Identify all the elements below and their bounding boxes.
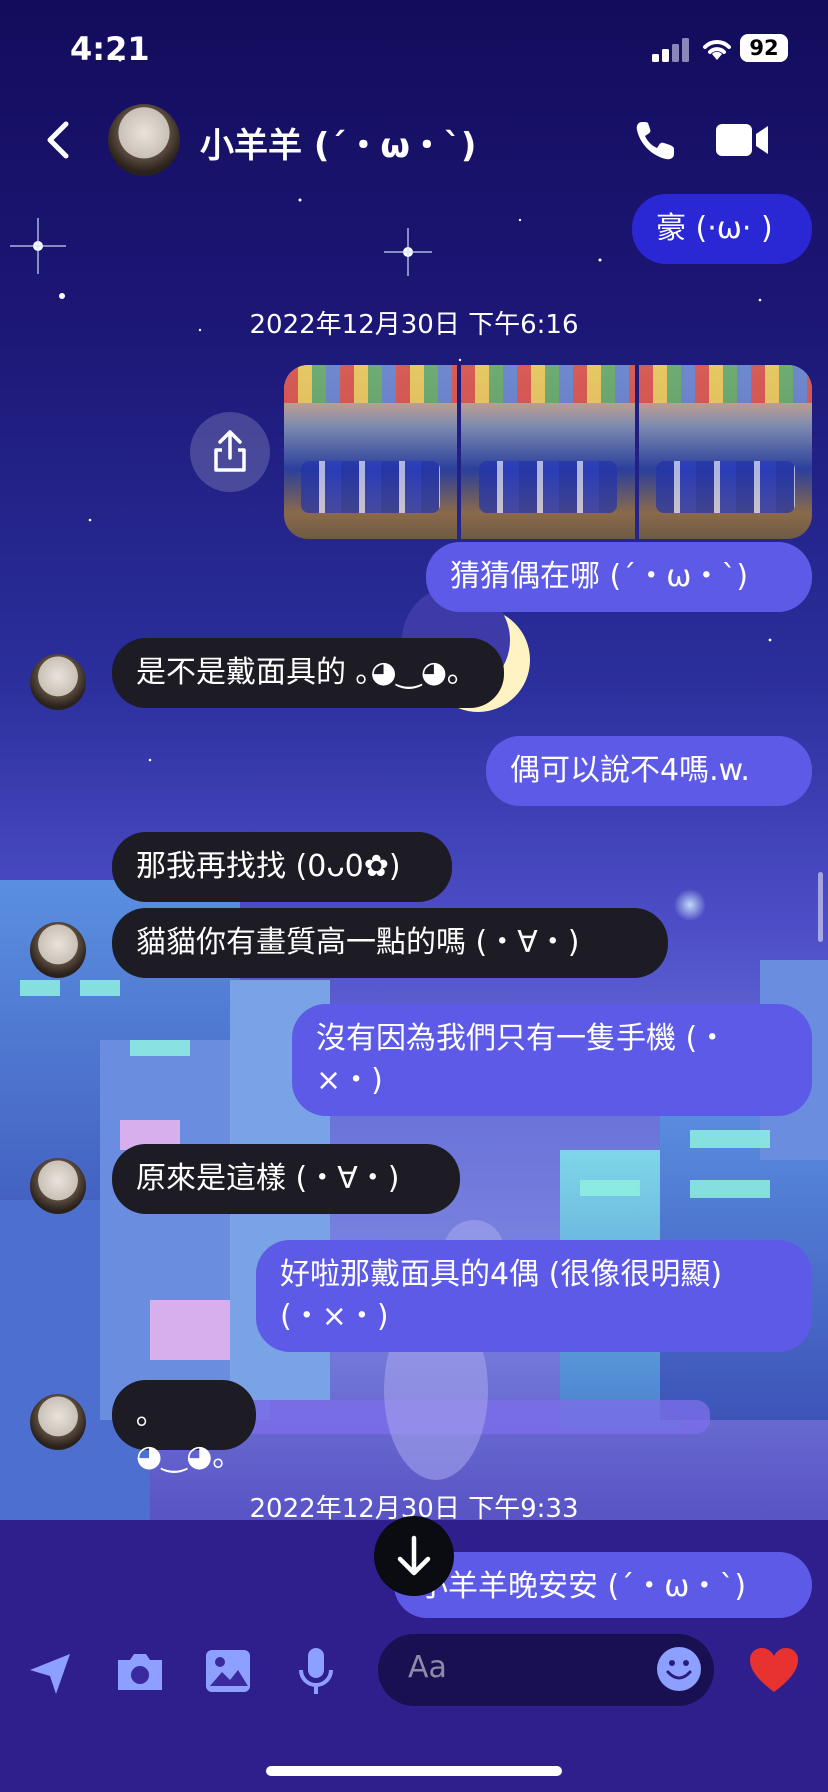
message-incoming[interactable]: 原來是這樣 (・∀・) (112, 1144, 460, 1214)
contact-avatar[interactable] (30, 654, 86, 710)
message-input[interactable]: Aa (378, 1634, 714, 1706)
emoji-icon[interactable] (656, 1646, 702, 1692)
composer-bar: Aa (0, 1630, 828, 1710)
photo-attachment[interactable] (461, 365, 635, 539)
message-timestamp: 2022年12月30日 下午6:16 (249, 310, 579, 340)
home-indicator (266, 1766, 562, 1776)
heart-icon[interactable] (748, 1646, 800, 1694)
video-camera-icon[interactable] (716, 122, 770, 158)
phone-icon[interactable] (632, 118, 678, 164)
message-incoming[interactable]: 貓貓你有畫質高一點的嗎 (・∀・) (112, 908, 668, 978)
contact-avatar[interactable] (108, 104, 180, 176)
contact-avatar[interactable] (30, 1158, 86, 1214)
arrow-down-icon (397, 1535, 431, 1576)
wifi-icon (703, 40, 731, 60)
message-outgoing[interactable]: 猜猜偶在哪 (´・ω・`) (426, 542, 812, 612)
message-incoming[interactable]: 是不是戴面具的 ｡◕‿◕｡ (112, 638, 504, 708)
message-input-placeholder: Aa (408, 1650, 447, 1685)
message-outgoing[interactable]: 好啦那戴面具的4偶 (很像很明顯) (・×・) (256, 1240, 812, 1352)
contact-avatar[interactable] (30, 922, 86, 978)
message-outgoing[interactable]: 豪 (·ω· ) (632, 194, 812, 264)
location-arrow-icon[interactable] (26, 1650, 74, 1698)
cellular-signal-icon (652, 38, 689, 62)
contact-avatar[interactable] (30, 1394, 86, 1450)
message-outgoing[interactable]: 偶可以說不4嗎.w. (486, 736, 812, 806)
chat-header: 小羊羊 (´・ω・`) (0, 100, 828, 190)
scroll-to-bottom-button[interactable] (374, 1516, 454, 1596)
contact-name[interactable]: 小羊羊 (´・ω・`) (200, 118, 476, 167)
message-incoming[interactable]: ｡◕‿◕｡ (112, 1380, 256, 1474)
message-incoming[interactable]: 那我再找找 (0ᴗ0✿) (112, 832, 452, 902)
share-button[interactable] (190, 412, 270, 492)
chat-screen: 4:21 92 小羊羊 (´・ω・`) 豪 (·ω· ) 2022年12月30日… (0, 0, 828, 1792)
photo-attachment[interactable] (638, 365, 812, 539)
status-bar: 4:21 92 (0, 0, 828, 100)
status-time: 4:21 (70, 30, 150, 68)
scrollbar[interactable] (818, 872, 823, 942)
image-icon[interactable] (204, 1648, 252, 1694)
photo-attachment[interactable] (284, 365, 458, 539)
share-icon (214, 430, 246, 472)
microphone-icon[interactable] (296, 1646, 336, 1696)
battery-indicator: 92 (740, 34, 788, 62)
message-outgoing[interactable]: 小羊羊晚安安 (´・ω・`) (394, 1552, 812, 1618)
chevron-left-icon[interactable] (40, 118, 80, 162)
message-outgoing[interactable]: 沒有因為我們只有一隻手機 (・ ×・) (292, 1004, 812, 1116)
photo-attachments (284, 365, 812, 539)
camera-icon[interactable] (114, 1650, 166, 1694)
